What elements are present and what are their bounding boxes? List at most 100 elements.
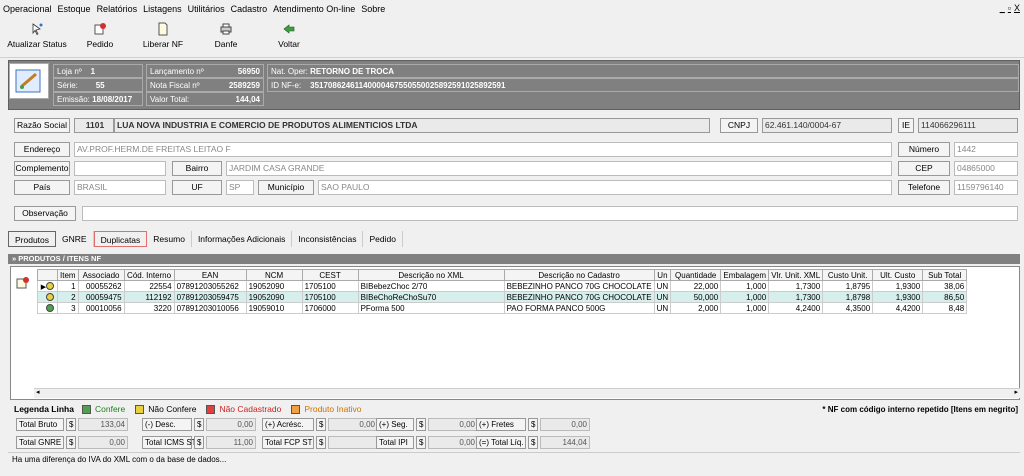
table-cell: 2,000 xyxy=(670,302,722,314)
table-cell: BIBebezChoc 2/70 xyxy=(357,280,505,292)
currency-symbol: $ xyxy=(66,436,76,449)
tab-gnre[interactable]: GNRE xyxy=(56,231,94,247)
menu-cadastro[interactable]: Cadastro xyxy=(228,4,271,14)
col-vlr-unit-xml[interactable]: Vlr. Unit. XML xyxy=(768,269,824,281)
serie-value: 55 xyxy=(95,81,105,90)
col-custo-unit[interactable]: Custo Unit. xyxy=(822,269,874,281)
tab-pedido[interactable]: Pedido xyxy=(363,231,403,247)
legend-items: Confere Não Confere Não Cadastrado Produto … xyxy=(81,404,368,414)
tab-inconsistencias[interactable]: Inconsistências xyxy=(292,231,364,247)
total-label: (+) Fretes xyxy=(476,418,526,431)
currency-symbol: $ xyxy=(194,418,204,431)
razao-social-label: Razão Social xyxy=(14,118,70,133)
tab-resumo[interactable]: Resumo xyxy=(147,231,192,247)
col-cest[interactable]: CEST xyxy=(301,269,359,281)
close-button[interactable]: X xyxy=(1014,3,1020,13)
menu-atendimento[interactable]: Atendimento On-line xyxy=(270,4,358,14)
restore-button[interactable]: ▫ xyxy=(1008,3,1011,13)
danfe-button[interactable]: Danfe xyxy=(195,18,257,49)
table-row[interactable]: 3 00010056 3220 07891203010056 19059010 17060… xyxy=(37,302,968,314)
table-row[interactable]: 2 00059475 112192 07891203059475 19052090 170… xyxy=(37,291,968,303)
table-row[interactable]: ▶ 1 00055262 22554 07891203055262 19052090 170… xyxy=(37,280,968,292)
table-cell: 38,06 xyxy=(922,280,968,292)
total-value: 133,04 xyxy=(78,418,128,431)
table-cell: 1,7300 xyxy=(768,280,824,292)
row-status-cell: ▶ xyxy=(37,280,58,292)
liberar-nf-button[interactable]: Liberar NF xyxy=(132,18,194,49)
menu-operacional[interactable]: Operacional xyxy=(0,4,55,14)
col-cod-interno[interactable]: Cód. Interno xyxy=(123,269,175,281)
status-led-icon xyxy=(46,304,54,313)
col-associado[interactable]: Associado xyxy=(77,269,125,281)
printer-icon xyxy=(220,23,232,35)
lancamento-label: Lançamento nº xyxy=(150,67,204,76)
observacao-label: Observação xyxy=(14,206,76,221)
observacao-input[interactable] xyxy=(82,206,1018,221)
toolbar: Atualizar Status Pedido Liberar NF Danfe… xyxy=(0,18,1024,58)
menu-sobre[interactable]: Sobre xyxy=(358,4,388,14)
items-table: Item Associado Cód. Interno EAN NCM CEST… xyxy=(37,269,968,314)
tab-duplicatas[interactable]: Duplicatas xyxy=(93,231,148,247)
currency-symbol: $ xyxy=(316,418,326,431)
col-ean[interactable]: EAN xyxy=(173,269,247,281)
table-cell: 22,000 xyxy=(670,280,722,292)
menu-listagens[interactable]: Listagens xyxy=(140,4,185,14)
minimize-button[interactable]: _ xyxy=(1000,3,1005,13)
cep-field: 04865000 xyxy=(954,161,1018,176)
col-ncm[interactable]: NCM xyxy=(245,269,303,281)
col-embalagem[interactable]: Embalagem xyxy=(720,269,770,281)
horizontal-scrollbar[interactable]: ◂ ▸ xyxy=(34,388,1020,398)
table-cell: UN xyxy=(653,280,672,292)
row-status-cell xyxy=(37,302,58,314)
legend-item-label: Não Confere xyxy=(148,404,197,414)
scroll-left-icon[interactable]: ◂ xyxy=(36,388,40,396)
voltar-button[interactable]: Voltar xyxy=(258,18,320,49)
lancamento-value: 56950 xyxy=(237,67,260,76)
complemento-label: Complemento xyxy=(14,161,70,176)
tab-produtos[interactable]: Produtos xyxy=(8,231,57,247)
menu-utilitarios[interactable]: Utilitários xyxy=(185,4,228,14)
table-cell: 3 xyxy=(57,302,79,314)
nota-fiscal-field: Nota Fiscal nº 2589259 xyxy=(146,78,264,92)
pedido-button[interactable]: Pedido xyxy=(69,18,131,49)
tab-informacoes-adicionais[interactable]: Informações Adicionais xyxy=(192,231,293,247)
table-cell: 1,8795 xyxy=(822,280,874,292)
col-descricao-xml[interactable]: Descrição no XML xyxy=(357,269,505,281)
nf-document-icon xyxy=(15,69,41,93)
col-quantidade[interactable]: Quantidade xyxy=(670,269,722,281)
col-ult-custo[interactable]: Ult. Custo xyxy=(872,269,924,281)
col-sub-total[interactable]: Sub Total xyxy=(922,269,968,281)
scroll-right-icon[interactable]: ▸ xyxy=(1014,388,1018,396)
total-value: 0,00 xyxy=(206,418,256,431)
atualizar-status-button[interactable]: Atualizar Status xyxy=(6,18,68,49)
col-item[interactable]: Item xyxy=(57,269,79,281)
legend-item-label: Confere xyxy=(94,404,126,414)
menu-estoque[interactable]: Estoque xyxy=(55,4,94,14)
menu-relatorios[interactable]: Relatórios xyxy=(94,4,141,14)
table-cell: BIBeChoReChoSu70 xyxy=(357,291,505,303)
section-title: » PRODUTOS / ITENS NF xyxy=(8,254,1020,264)
nat-oper-field: Nat. Oper: RETORNO DE TROCA xyxy=(267,64,1019,78)
legend-swatch xyxy=(81,404,91,414)
municipio-label: Município xyxy=(258,180,314,195)
grid-options-icon[interactable] xyxy=(16,276,30,290)
cep-label: CEP xyxy=(898,161,950,176)
total-label: Total Bruto xyxy=(16,418,64,431)
legend-swatch xyxy=(206,404,216,414)
numero-field: 1442 xyxy=(954,142,1018,157)
total-value: 11,00 xyxy=(206,436,256,449)
table-cell: 112192 xyxy=(123,291,175,303)
cnpj-label: CNPJ xyxy=(720,118,758,133)
currency-symbol: $ xyxy=(194,436,204,449)
table-cell: 8,48 xyxy=(922,302,968,314)
total-value: 144,04 xyxy=(540,436,590,449)
col-descricao-cadastro[interactable]: Descrição no Cadastro xyxy=(503,269,655,281)
col-un[interactable]: Un xyxy=(653,269,672,281)
col-status[interactable] xyxy=(37,269,58,281)
cnpj-field: 62.461.140/0004-67 xyxy=(762,118,892,133)
razao-social-code: 1101 xyxy=(74,118,114,133)
table-cell: 4,3500 xyxy=(822,302,874,314)
id-nfe-value: 3517086246114000046755055002589259102589… xyxy=(310,81,506,90)
nf-logo xyxy=(9,63,49,99)
total-label: (+) Seg. xyxy=(376,418,414,431)
